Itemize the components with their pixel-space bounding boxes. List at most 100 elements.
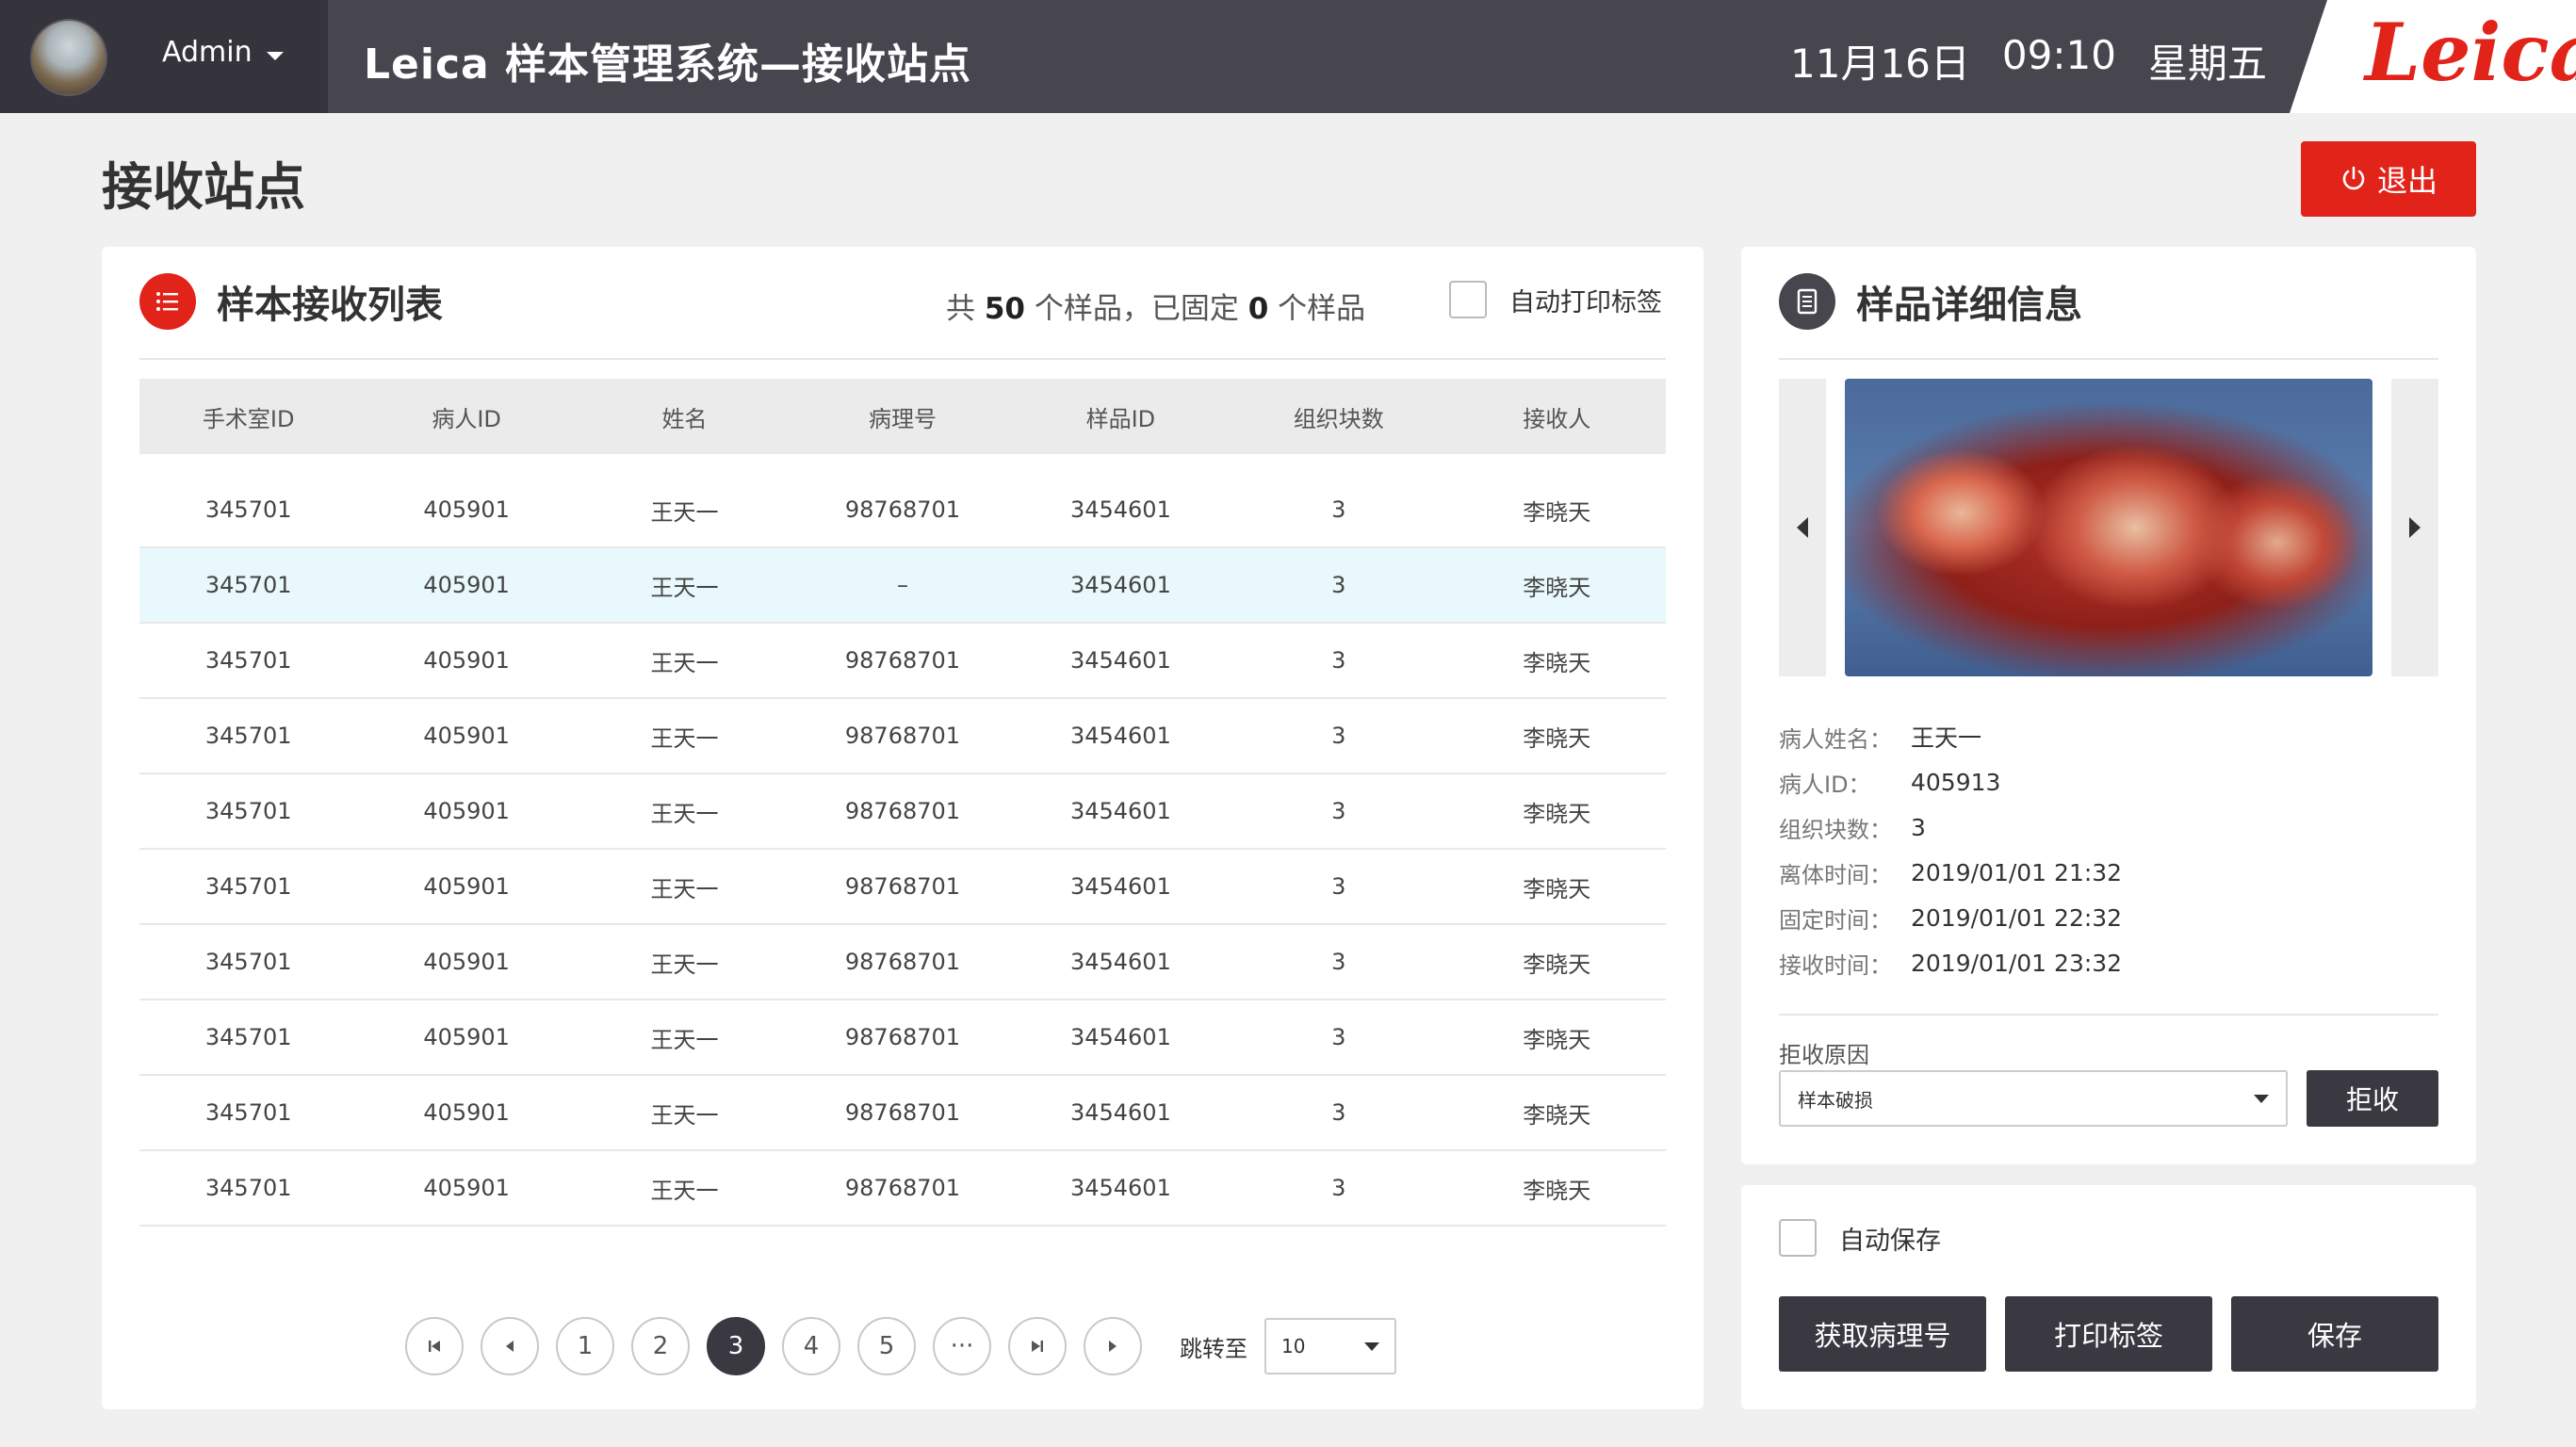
auto-print-label: 自动打印标签 — [1509, 287, 1662, 317]
page-button[interactable]: 4 — [782, 1317, 840, 1375]
column-header: 样品ID — [1085, 405, 1156, 432]
reject-reason-select[interactable]: 样本破损 — [1779, 1070, 2288, 1127]
reject-button[interactable]: 拒收 — [2307, 1070, 2438, 1127]
info-value: 王天一 — [1911, 724, 1982, 752]
table-cell: 王天一 — [650, 724, 719, 752]
table-row[interactable]: 345701 405901 王天一 98768701 3454601 3 李晓天 — [139, 699, 1666, 774]
table-cell: 405901 — [423, 949, 510, 975]
chevron-down-icon[interactable] — [267, 52, 284, 60]
table-cell: 345701 — [204, 572, 292, 598]
column-header: 病人ID — [432, 405, 501, 432]
table-cell: 405901 — [423, 647, 510, 674]
table-cell: 3 — [1331, 647, 1346, 674]
save-button[interactable]: 保存 — [2231, 1296, 2438, 1372]
last-page-button[interactable] — [1008, 1317, 1067, 1375]
table-body: 345701 405901 王天一 98768701 3454601 3 李晓天 345701… — [139, 473, 1666, 1227]
table-cell: 345701 — [204, 949, 292, 975]
table-cell: 3454601 — [1069, 1024, 1171, 1050]
table-header: 手术室ID 病人ID 姓名 病理号 样品ID 组织块数 接收人 — [139, 379, 1666, 454]
caret-left-icon — [1797, 517, 1808, 538]
table-cell: 王天一 — [650, 649, 719, 676]
info-row: 离体时间： 2019/01/01 21:32 — [1779, 850, 2122, 895]
table-cell: 3454601 — [1069, 873, 1171, 900]
info-row: 接收时间： 2019/01/01 23:32 — [1779, 940, 2122, 985]
table-row[interactable]: 345701 405901 王天一 98768701 3454601 3 李晓天 — [139, 1076, 1666, 1151]
last-page-icon — [1032, 1341, 1043, 1352]
info-value: 405913 — [1911, 768, 2001, 796]
table-row[interactable]: 345701 405901 王天一 98768701 3454601 3 李晓天 — [139, 925, 1666, 1000]
save-panel: 自动保存 获取病理号 打印标签 保存 — [1741, 1185, 2476, 1409]
info-label: 固定时间： — [1779, 906, 1892, 934]
date-text: 11月16日 — [1790, 41, 1970, 87]
table-row[interactable]: 345701 405901 王天一 98768701 3454601 3 李晓天 — [139, 473, 1666, 548]
avatar[interactable] — [30, 19, 107, 96]
list-panel-title: 样本接收列表 — [217, 284, 443, 327]
top-bar: Admin Leica 样本管理系统—接收站点 11月16日 09:10 星期五… — [0, 0, 2576, 113]
jump-label: 跳转至 — [1180, 1335, 1247, 1362]
prev-image-button[interactable] — [1779, 379, 1826, 676]
get-pathology-number-button[interactable]: 获取病理号 — [1779, 1296, 1986, 1372]
column-header: 病理号 — [868, 405, 937, 432]
table-cell: 3 — [1331, 496, 1346, 523]
prev-icon — [506, 1341, 514, 1352]
page-button[interactable]: 1 — [556, 1317, 614, 1375]
table-row[interactable]: 345701 405901 王天一 98768701 3454601 3 李晓天 — [139, 624, 1666, 699]
table-cell: 李晓天 — [1523, 1026, 1591, 1053]
table-cell: 王天一 — [650, 1101, 719, 1129]
auto-save-toggle[interactable]: 自动保存 — [1779, 1219, 1941, 1257]
print-label-button[interactable]: 打印标签 — [2005, 1296, 2212, 1372]
table-cell: 3454601 — [1069, 723, 1171, 749]
exit-button[interactable]: 退出 — [2301, 141, 2476, 217]
table-row[interactable]: 345701 405901 王天一 98768701 3454601 3 李晓天 — [139, 774, 1666, 850]
page-button[interactable]: 5 — [857, 1317, 916, 1375]
exit-label: 退出 — [2376, 163, 2437, 199]
auto-save-label: 自动保存 — [1839, 1226, 1941, 1256]
image-gallery — [1779, 379, 2438, 676]
page-button[interactable]: 3 — [707, 1317, 765, 1375]
chevron-down-icon — [1364, 1341, 1379, 1351]
reject-reason-label: 拒收原因 — [1779, 1042, 1869, 1068]
table-cell: 3 — [1331, 1099, 1346, 1126]
table-cell: 345701 — [204, 873, 292, 900]
sample-table: 手术室ID 病人ID 姓名 病理号 样品ID 组织块数 接收人 345701 405901 王天… — [139, 379, 1666, 1227]
fixed-count: 0 — [1247, 292, 1269, 326]
page-button[interactable]: 2 — [631, 1317, 690, 1375]
power-icon — [2342, 166, 2365, 190]
auto-save-checkbox[interactable] — [1779, 1219, 1817, 1257]
next-image-button[interactable] — [2391, 379, 2438, 676]
reject-reason-value: 样本破损 — [1798, 1088, 1873, 1112]
table-row[interactable]: 345701 405901 王天一 – 3454601 3 李晓天 — [139, 548, 1666, 624]
auto-print-checkbox[interactable] — [1449, 281, 1487, 318]
sample-summary: 共 50 个样品，已固定 0 个样品 — [946, 285, 1365, 327]
column-header: 姓名 — [661, 405, 708, 432]
username[interactable]: Admin — [162, 36, 253, 69]
table-cell: 345701 — [204, 798, 292, 824]
user-menu[interactable]: Admin — [0, 0, 328, 113]
table-row[interactable]: 345701 405901 王天一 98768701 3454601 3 李晓天 — [139, 1151, 1666, 1227]
info-row: 病人姓名： 王天一 — [1779, 714, 2122, 759]
divider — [139, 358, 1666, 360]
table-row[interactable]: 345701 405901 王天一 98768701 3454601 3 李晓天 — [139, 1000, 1666, 1076]
jump-page-select[interactable]: 10 — [1264, 1318, 1396, 1374]
table-row[interactable]: 345701 405901 王天一 98768701 3454601 3 李晓天 — [139, 850, 1666, 925]
column-header: 组织块数 — [1293, 405, 1384, 432]
info-label: 组织块数： — [1779, 816, 1892, 843]
table-cell: 98768701 — [844, 873, 961, 900]
table-cell: 98768701 — [844, 798, 961, 824]
column-header: 手术室ID — [202, 405, 295, 432]
table-cell: 405901 — [423, 1099, 510, 1126]
more-pages-button[interactable]: ··· — [933, 1317, 991, 1375]
detail-panel-title: 样品详细信息 — [1856, 284, 2082, 327]
info-row: 病人ID： 405913 — [1779, 759, 2122, 805]
table-cell: 405901 — [423, 798, 510, 824]
next-page-button[interactable] — [1084, 1317, 1142, 1375]
table-cell: 405901 — [423, 873, 510, 900]
auto-print-toggle[interactable]: 自动打印标签 — [1449, 281, 1662, 318]
chevron-down-icon — [2254, 1094, 2269, 1103]
first-page-button[interactable] — [405, 1317, 464, 1375]
prev-page-button[interactable] — [481, 1317, 539, 1375]
table-cell: 405901 — [423, 496, 510, 523]
summary-mid: 个样品，已固定 — [1034, 292, 1239, 326]
app-title: Leica 样本管理系统—接收站点 — [364, 41, 972, 89]
document-icon — [1779, 273, 1835, 330]
